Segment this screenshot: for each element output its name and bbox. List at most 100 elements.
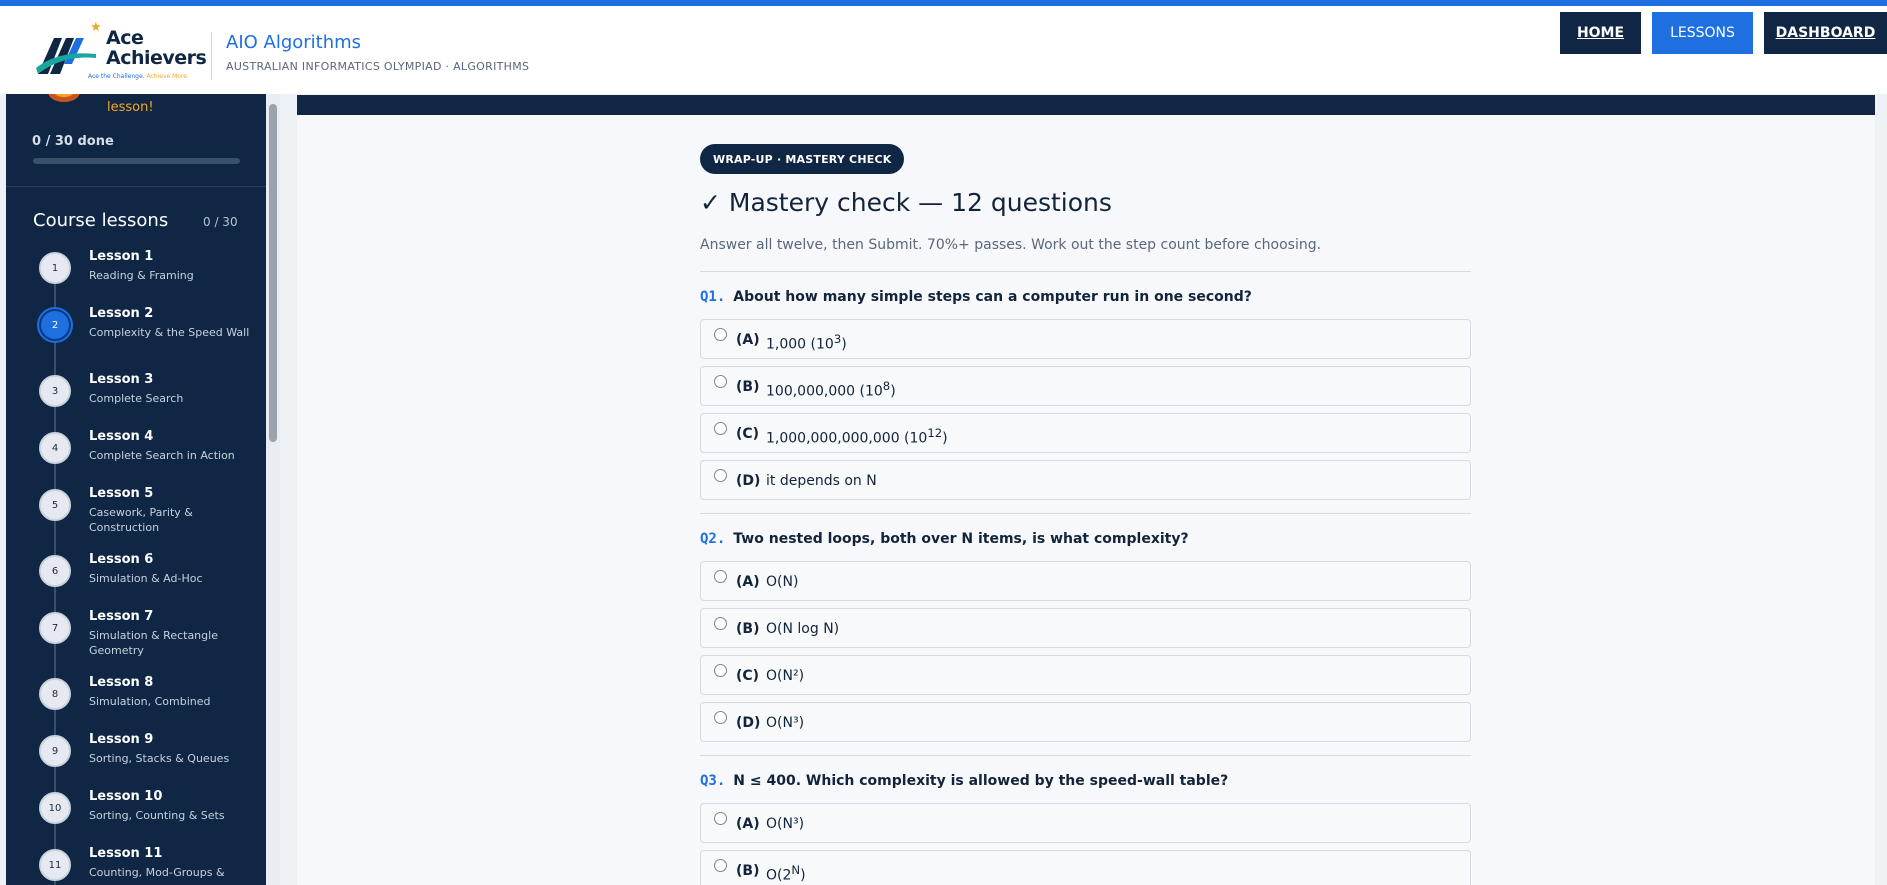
q1-option-a[interactable]: (A) 1,000 (103): [700, 319, 1471, 359]
radio-button[interactable]: [714, 570, 727, 583]
question-text: N ≤ 400. Which complexity is allowed by …: [733, 773, 1229, 789]
option-text: 1,000 (103): [766, 332, 847, 353]
radio-button[interactable]: [714, 328, 727, 341]
lesson-number-badge: 8: [39, 678, 71, 710]
option-text-base: 1,000 (10: [766, 336, 834, 353]
option-text: 1,000,000,000,000 (1012): [766, 426, 948, 447]
option-text-base: O(2: [766, 867, 792, 884]
progress-label: 0 / 30 done: [32, 134, 114, 149]
option-text-base: 100,000,000 (10: [766, 383, 883, 400]
ace-achievers-logo[interactable]: ★ Ace Achievers Ace the Challenge. Achie…: [36, 20, 207, 86]
logo-mark-icon: [36, 38, 96, 74]
lesson-number-badge: 1: [39, 252, 71, 284]
lesson-subtitle: Simulation & Rectangle Geometry: [89, 629, 218, 657]
course-sidebar: lesson! 0 / 30 done Course lessons 0 / 3…: [6, 94, 266, 885]
divider: [700, 271, 1471, 272]
lesson-title: Lesson 6: [89, 552, 154, 567]
logo-tagline: Ace the Challenge. Achieve More.: [88, 73, 189, 80]
quiz-description: Answer all twelve, then Submit. 70%+ pas…: [700, 237, 1322, 253]
option-letter: (D): [736, 715, 761, 731]
logo-tagline-b: Achieve More.: [146, 73, 189, 80]
lesson-subtitle: Counting, Mod-Groups &: [89, 866, 225, 879]
lesson-number-badge: 11: [39, 849, 71, 881]
option-letter: (C): [736, 668, 760, 684]
option-letter: (B): [736, 379, 760, 395]
option-text-tail: ): [800, 867, 806, 884]
lesson-title: Lesson 3: [89, 372, 154, 387]
logo-star-icon: ★: [90, 20, 102, 35]
lesson-number-badge: 6: [39, 555, 71, 587]
logo-name-line1: Ace: [106, 27, 144, 49]
course-lessons-count: 0 / 30: [203, 215, 238, 229]
lesson-title: Lesson 8: [89, 675, 154, 690]
option-letter: (A): [736, 816, 760, 832]
option-text: O(N³): [766, 715, 805, 731]
radio-button[interactable]: [714, 375, 727, 388]
lesson-title: Lesson 5: [89, 486, 154, 501]
q2-option-a[interactable]: (A) O(N): [700, 561, 1471, 601]
lesson-number-badge: 5: [39, 489, 71, 521]
nav-lessons-button[interactable]: LESSONS: [1652, 12, 1753, 54]
option-letter: (D): [736, 473, 761, 489]
q1-option-d[interactable]: (D) it depends on N: [700, 460, 1471, 500]
question-text: Two nested loops, both over N items, is …: [733, 531, 1189, 547]
lesson-number-badge: 9: [39, 735, 71, 767]
lesson-number-badge: 7: [39, 612, 71, 644]
lesson-banner-title: Complexity & the Speed Wall: [545, 78, 720, 92]
q3-option-a[interactable]: (A) O(N³): [700, 803, 1471, 843]
divider: [700, 513, 1471, 514]
sidebar-divider: [6, 186, 266, 187]
sidebar-scrollbar-thumb[interactable]: [269, 104, 277, 442]
course-progress-bar: [33, 158, 240, 164]
lesson-subtitle: Complexity & the Speed Wall: [89, 326, 250, 339]
quiz-title: ✓ Mastery check — 12 questions: [700, 188, 1112, 217]
lesson-title: Lesson 9: [89, 732, 154, 747]
q3-option-b[interactable]: (B) O(2N): [700, 850, 1471, 885]
lesson-banner: [297, 95, 1875, 115]
q2-option-b[interactable]: (B) O(N log N): [700, 608, 1471, 648]
radio-button[interactable]: [714, 469, 727, 482]
option-text-tail: ): [890, 383, 896, 400]
option-letter: (B): [736, 621, 760, 637]
course-lessons-heading: Course lessons: [33, 210, 169, 231]
brand-divider: [211, 32, 212, 80]
q2-option-c[interactable]: (C) O(N²): [700, 655, 1471, 695]
option-text-tail: ): [841, 336, 847, 353]
radio-button[interactable]: [714, 422, 727, 435]
logo-name-line2: Achievers: [106, 47, 207, 69]
section-tag: WRAP-UP · MASTERY CHECK: [700, 144, 905, 174]
radio-button[interactable]: [714, 711, 727, 724]
lesson-subtitle: Reading & Framing: [89, 269, 194, 282]
radio-button[interactable]: [714, 664, 727, 677]
radio-button[interactable]: [714, 617, 727, 630]
nav-dashboard-button[interactable]: DASHBOARD: [1764, 12, 1887, 54]
nav-home-button[interactable]: HOME: [1560, 12, 1641, 54]
option-letter: (B): [736, 863, 760, 879]
trophy-icon: [48, 94, 80, 102]
q1-option-c[interactable]: (C) 1,000,000,000,000 (1012): [700, 413, 1471, 453]
radio-button[interactable]: [714, 812, 727, 825]
brand-title: AIO Algorithms: [226, 32, 362, 53]
divider: [700, 755, 1471, 756]
question-3: Q3. N ≤ 400. Which complexity is allowed …: [700, 773, 1228, 789]
q2-option-d[interactable]: (D) O(N³): [700, 702, 1471, 742]
q1-option-b[interactable]: (B) 100,000,000 (108): [700, 366, 1471, 406]
lesson-title: Lesson 11: [89, 846, 163, 861]
lesson-subtitle: Complete Search: [89, 392, 184, 405]
lesson-subtitle: Sorting, Stacks & Queues: [89, 752, 230, 765]
question-number: Q2.: [700, 531, 726, 547]
option-text-base: 1,000,000,000,000 (10: [766, 430, 928, 447]
site-header: ★ Ace Achievers Ace the Challenge. Achie…: [0, 6, 1887, 94]
lesson-title: Lesson 7: [89, 609, 154, 624]
radio-button[interactable]: [714, 859, 727, 872]
option-text-sup: N: [791, 863, 801, 877]
question-2: Q2. Two nested loops, both over N items, …: [700, 531, 1189, 547]
lesson-subtitle: Complete Search in Action: [89, 449, 235, 462]
lesson-subtitle: Sorting, Counting & Sets: [89, 809, 225, 822]
lesson-title: Lesson 10: [89, 789, 163, 804]
option-letter: (C): [736, 426, 760, 442]
lesson-title: Lesson 4: [89, 429, 154, 444]
question-1: Q1. About how many simple steps can a com…: [700, 289, 1252, 305]
question-number: Q1.: [700, 289, 726, 305]
option-text: O(2N): [766, 863, 806, 884]
